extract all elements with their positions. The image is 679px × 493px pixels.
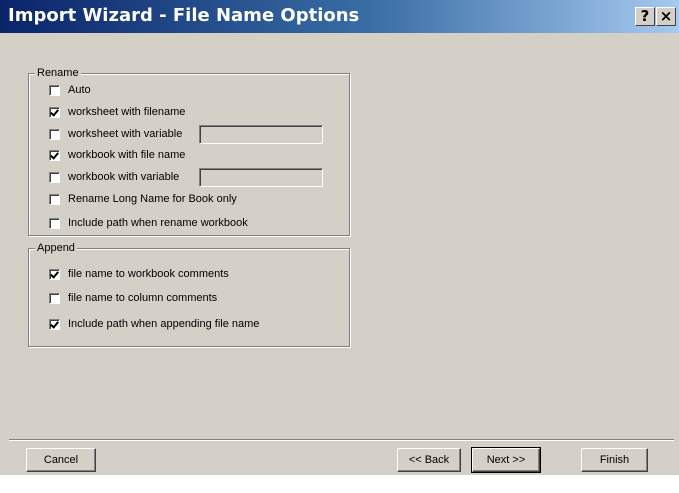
worksheet-variable-input[interactable]	[199, 125, 323, 144]
workbook-with-file-name-row[interactable]: workbook with file name	[49, 148, 185, 162]
back-button[interactable]: << Back	[397, 448, 461, 472]
include-path-rename-row[interactable]: Include path when rename workbook	[49, 216, 248, 230]
worksheet-with-variable-checkbox[interactable]	[49, 128, 60, 140]
rename-long-name-row[interactable]: Rename Long Name for Book only	[49, 192, 237, 206]
worksheet-with-filename-checkbox[interactable]	[49, 106, 60, 118]
rename-group-label: Rename	[35, 66, 81, 80]
worksheet-with-variable-label: worksheet with variable	[68, 128, 183, 140]
help-button[interactable]: ?	[635, 7, 655, 26]
column-comments-row[interactable]: file name to column comments	[49, 291, 217, 305]
workbook-comments-row[interactable]: file name to workbook comments	[49, 267, 229, 281]
import-wizard-dialog: Import Wizard - File Name Options ? × Re…	[0, 0, 679, 475]
workbook-with-file-name-label: workbook with file name	[68, 149, 186, 161]
cancel-button[interactable]: Cancel	[26, 448, 96, 472]
workbook-with-file-name-checkbox[interactable]	[49, 149, 60, 161]
worksheet-with-filename-row[interactable]: worksheet with filename	[49, 105, 185, 119]
auto-label: Auto	[68, 84, 91, 96]
title-bar[interactable]: Import Wizard - File Name Options ? ×	[0, 0, 679, 33]
workbook-with-variable-label: workbook with variable	[68, 171, 180, 183]
include-path-rename-label: Include path when rename workbook	[68, 217, 248, 229]
append-group-label: Append	[35, 241, 77, 255]
workbook-with-variable-row[interactable]: workbook with variable	[49, 170, 179, 184]
workbook-comments-checkbox[interactable]	[49, 268, 60, 280]
next-button[interactable]: Next >>	[471, 447, 541, 473]
close-button[interactable]: ×	[656, 7, 676, 26]
finish-button[interactable]: Finish	[581, 448, 648, 472]
worksheet-with-filename-label: worksheet with filename	[68, 106, 186, 118]
window-title: Import Wizard - File Name Options	[8, 5, 360, 26]
worksheet-with-variable-row[interactable]: worksheet with variable	[49, 127, 182, 141]
column-comments-label: file name to column comments	[68, 292, 218, 304]
auto-checkbox[interactable]	[49, 84, 60, 96]
include-path-append-row[interactable]: Include path when appending file name	[49, 317, 259, 331]
rename-long-name-checkbox[interactable]	[49, 193, 60, 205]
footer-separator	[9, 439, 674, 441]
column-comments-checkbox[interactable]	[49, 292, 60, 304]
include-path-rename-checkbox[interactable]	[49, 217, 60, 229]
workbook-with-variable-checkbox[interactable]	[49, 171, 60, 183]
workbook-comments-label: file name to workbook comments	[68, 268, 229, 280]
include-path-append-checkbox[interactable]	[49, 318, 60, 330]
include-path-append-label: Include path when appending file name	[68, 318, 260, 330]
workbook-variable-input[interactable]	[199, 168, 323, 187]
auto-checkbox-row[interactable]: Auto	[49, 83, 91, 97]
rename-long-name-label: Rename Long Name for Book only	[68, 193, 237, 205]
